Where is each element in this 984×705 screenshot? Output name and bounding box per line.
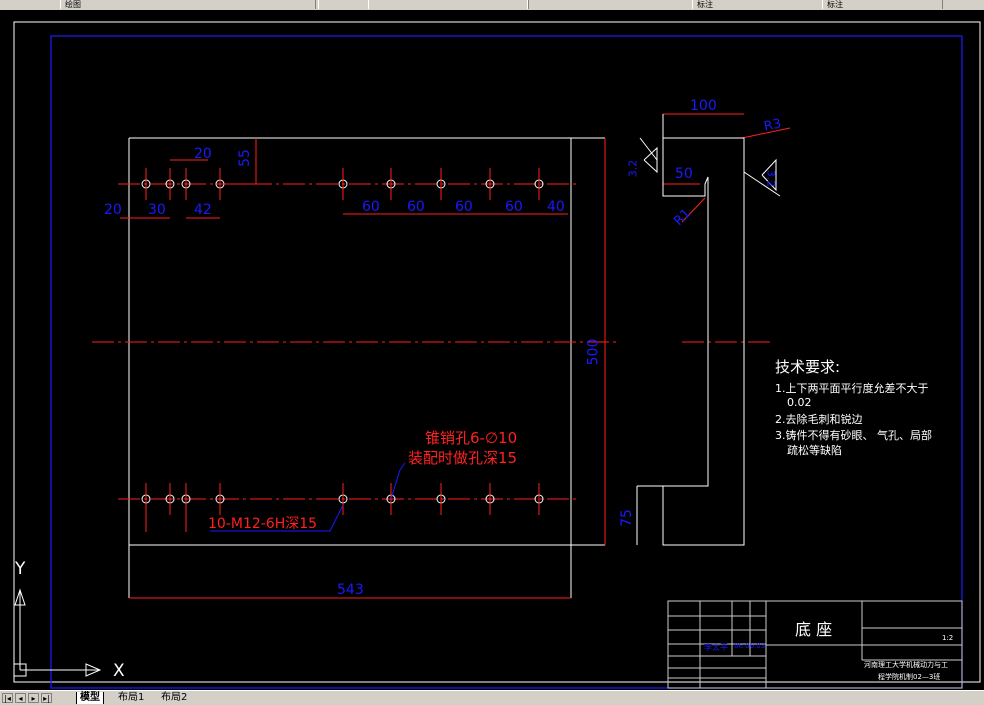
toolbar-combo-4-label: 标注 <box>697 0 713 9</box>
callout-pin-line2: 装配时做孔深15 <box>408 449 518 467</box>
side-view <box>636 114 777 546</box>
dim-40: 40 <box>547 199 565 215</box>
tab-layout1[interactable]: 布局1 <box>115 692 147 704</box>
designer-name: 李太平 <box>704 643 728 652</box>
scale: 1:2 <box>942 634 954 642</box>
dim-543: 543 <box>337 582 364 598</box>
dim-30: 30 <box>148 202 166 218</box>
ucs-x-label: X <box>113 661 125 681</box>
school-line2: 程学院机制02—3班 <box>878 673 941 681</box>
tab-layout2[interactable]: 布局2 <box>158 692 190 704</box>
requirements-title: 技术要求: <box>775 358 841 376</box>
requirement-2: 2.去除毛刺和锐边 <box>775 413 863 426</box>
dim-20-top: 20 <box>194 146 212 162</box>
drawing-canvas[interactable]: 100 50 20 55 20 30 42 60 60 60 60 40 500… <box>0 10 984 690</box>
requirement-3: 3.铸件不得有砂眼、 气孔、局部 <box>775 429 932 442</box>
callout-pin-line1: 锥销孔6-∅10 <box>425 429 518 447</box>
roughness-right: 3.2 <box>764 169 778 188</box>
toolbar-combo-5-label: 标注 <box>827 0 843 9</box>
prev-tab-button[interactable]: ◂ <box>15 693 26 703</box>
requirement-1-value: 0.02 <box>787 396 812 409</box>
toolbar-combo-3[interactable] <box>527 0 693 9</box>
roughness-lines <box>639 137 781 197</box>
holes-bottom <box>141 483 544 532</box>
dim-60-3: 60 <box>455 199 473 215</box>
requirement-3-cont: 疏松等缺陷 <box>787 444 842 457</box>
school-line1: 河南理工大学机械动力与工 <box>864 661 948 669</box>
requirement-1: 1.上下两平面平行度允差不大于 <box>775 382 929 395</box>
last-tab-button[interactable]: ▸| <box>41 693 52 703</box>
toolbar-icons[interactable] <box>318 0 369 9</box>
tab-model[interactable]: 模型 <box>76 692 104 704</box>
cad-drawing <box>13 21 981 689</box>
dim-60-2: 60 <box>407 199 425 215</box>
next-tab-button[interactable]: ▸ <box>28 693 39 703</box>
dim-500: 500 <box>585 338 602 366</box>
layout-tabs-bar: |◂ ◂ ▸ ▸| 模型 布局1 布局2 <box>0 690 984 705</box>
toolbar-combo-1-label: 绘图 <box>65 0 81 9</box>
dim-60-4: 60 <box>505 199 523 215</box>
dim-50: 50 <box>675 166 693 182</box>
part-name: 底 座 <box>795 620 833 639</box>
dim-100: 100 <box>690 98 717 114</box>
dim-75: 75 <box>618 509 635 527</box>
dim-42: 42 <box>194 202 212 218</box>
design-date: 06.06.03 <box>734 642 766 650</box>
dim-55: 55 <box>236 149 253 167</box>
ucs-y-label: Y <box>15 559 26 579</box>
roughness-left: 3.2 <box>626 159 640 178</box>
toolbar-combo-5[interactable]: 标注 <box>822 0 943 9</box>
sheet-border <box>13 21 981 683</box>
toolbar-combo-1[interactable]: 绘图 <box>60 0 316 9</box>
callout-thread: 10-M12-6H深15 <box>208 516 318 532</box>
toolbar-combo-4[interactable]: 标注 <box>692 0 823 9</box>
dim-20-left: 20 <box>104 202 122 218</box>
dim-60-1: 60 <box>362 199 380 215</box>
ucs-icon <box>13 588 102 677</box>
toolbar-combo-2[interactable] <box>368 0 529 9</box>
first-tab-button[interactable]: |◂ <box>2 693 13 703</box>
